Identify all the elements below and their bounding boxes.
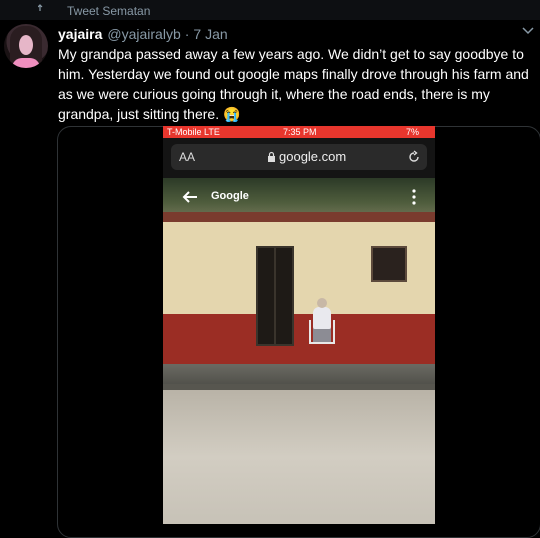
carrier-label: T-Mobile LTE (167, 127, 220, 137)
lock-icon (268, 151, 275, 162)
tweet-date[interactable]: 7 Jan (193, 26, 227, 42)
url-bar: AA google.com (171, 144, 427, 170)
more-vertical-icon (412, 189, 416, 205)
reader-button: AA (179, 150, 196, 164)
avatar[interactable] (4, 24, 48, 68)
tweet-header: yajaira @yajairalyb · 7 Jan (58, 26, 228, 42)
retweet-icon (38, 4, 43, 11)
tweet-text: My grandpa passed away a few years ago. … (58, 46, 529, 122)
browser-toolbar: AA google.com (163, 138, 435, 178)
author-name[interactable]: yajaira (58, 26, 102, 42)
retweet-context[interactable]: Tweet Sematan (38, 4, 150, 18)
phone-screenshot: T-Mobile LTE 7:35 PM 7% AA google.com Go… (163, 126, 435, 524)
door (256, 246, 294, 346)
separator-dot: · (184, 26, 190, 42)
battery-label: 7% (405, 127, 419, 137)
google-logo: Google (211, 190, 249, 202)
status-time: 7:35 PM (283, 127, 317, 137)
window (371, 246, 407, 282)
retweet-label: Tweet Sematan (67, 4, 151, 18)
reload-icon (409, 150, 419, 162)
back-arrow-icon (182, 191, 197, 203)
street-view-image: Google (163, 178, 435, 524)
status-bar: T-Mobile LTE 7:35 PM 7% (163, 126, 435, 138)
author-handle[interactable]: @yajairalyb (107, 26, 180, 42)
chevron-down-icon[interactable] (522, 26, 534, 36)
url-text: google.com (279, 149, 347, 164)
